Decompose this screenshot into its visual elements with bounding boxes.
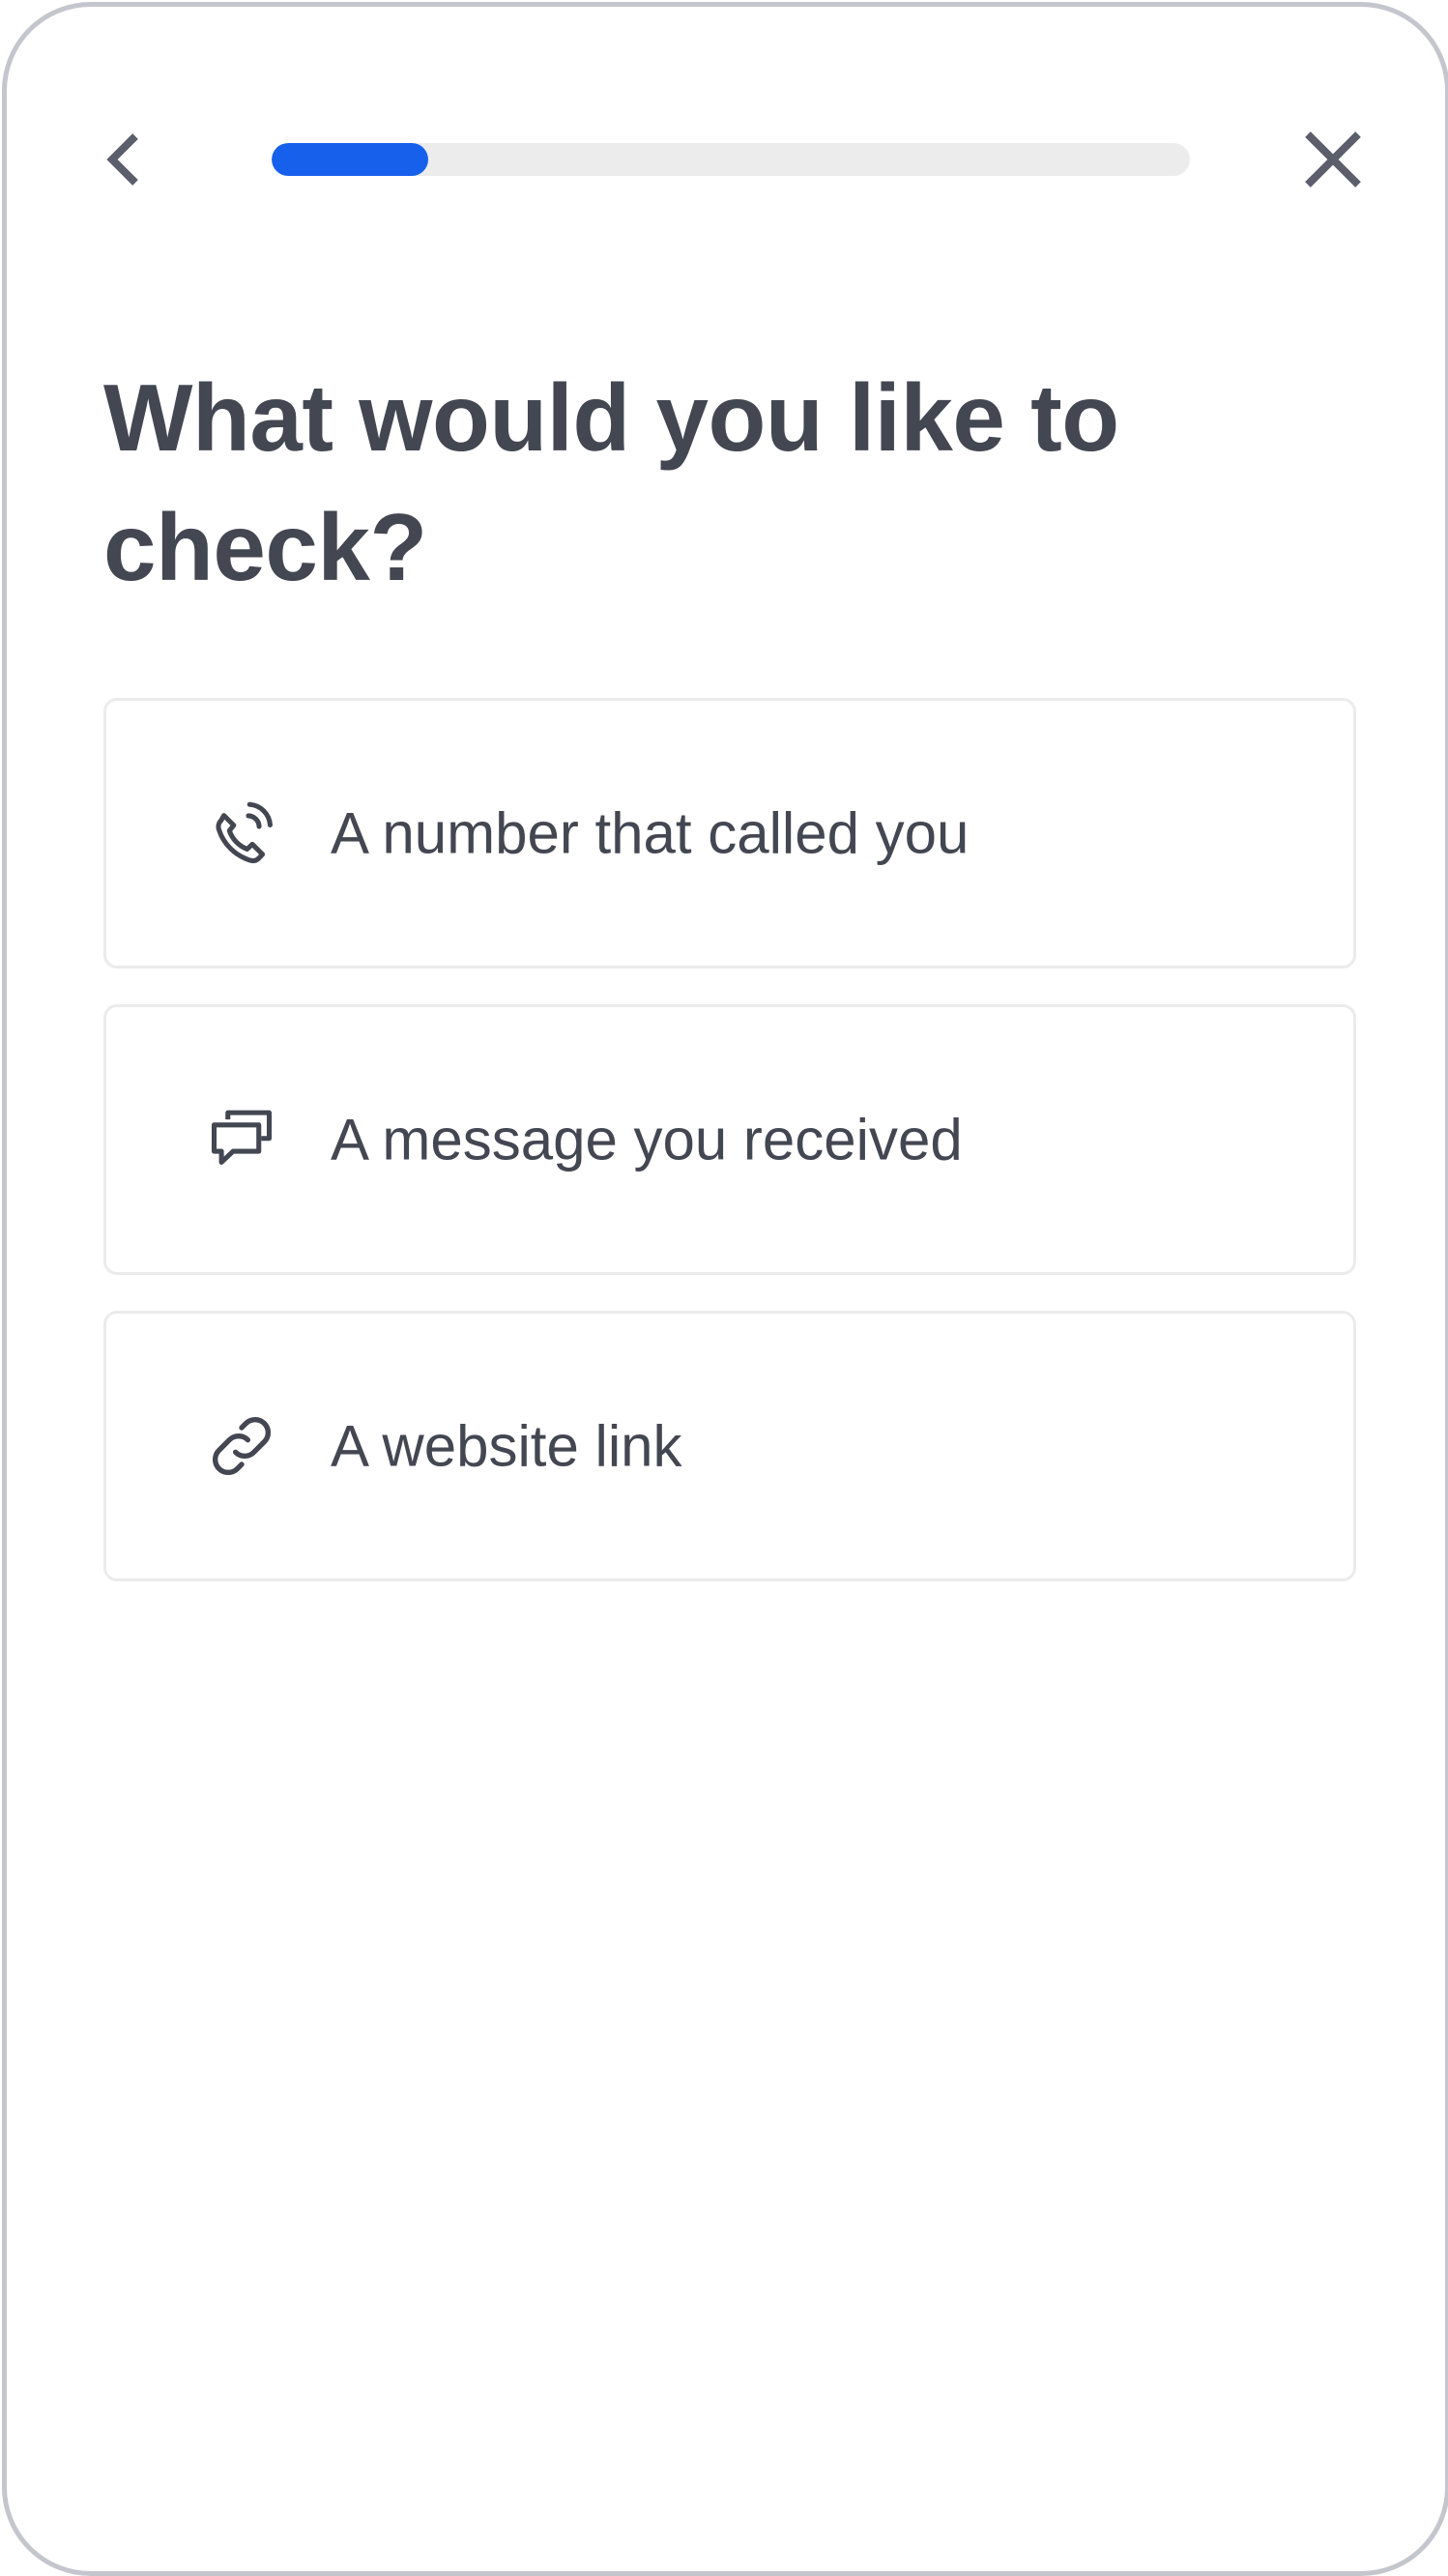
phone-call-icon	[203, 795, 280, 872]
chevron-left-icon	[106, 133, 138, 186]
phone-frame: What would you like to check? A number t…	[2, 2, 1448, 2576]
back-button[interactable]	[100, 129, 150, 190]
close-button[interactable]	[1298, 129, 1368, 190]
option-label: A website link	[331, 1413, 682, 1479]
option-website-link[interactable]: A website link	[103, 1311, 1356, 1581]
option-message-received[interactable]: A message you received	[103, 1004, 1356, 1275]
progress-bar-fill	[272, 143, 428, 176]
option-label: A number that called you	[331, 800, 970, 866]
option-number-called[interactable]: A number that called you	[103, 698, 1356, 969]
link-icon	[203, 1407, 280, 1485]
progress-bar	[272, 143, 1190, 176]
chat-bubbles-icon	[203, 1101, 280, 1178]
close-icon	[1305, 131, 1361, 188]
option-label: A message you received	[331, 1107, 963, 1172]
page-title: What would you like to check?	[103, 364, 1119, 600]
